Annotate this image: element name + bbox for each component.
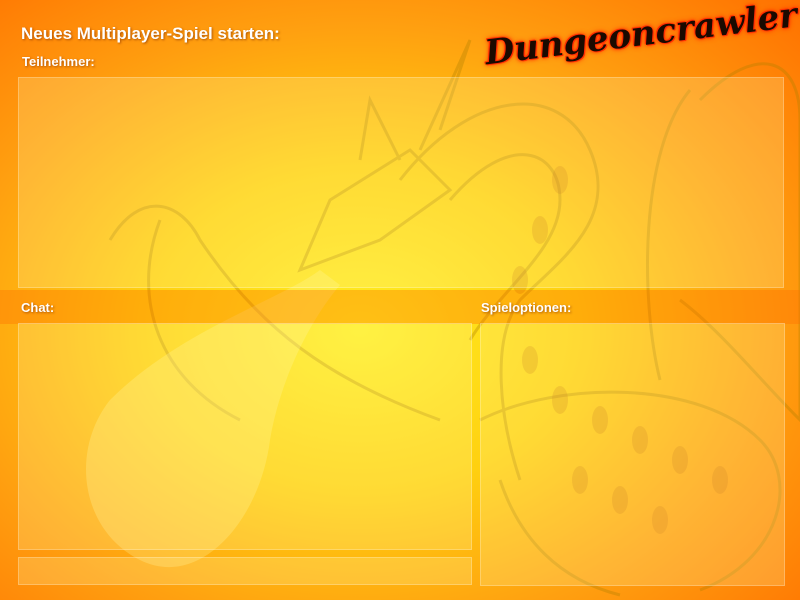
chat-label: Chat: bbox=[21, 300, 55, 315]
section-divider-band bbox=[0, 290, 800, 324]
participants-list[interactable] bbox=[18, 77, 784, 288]
chat-input[interactable] bbox=[18, 557, 472, 585]
game-logo: Dungeoncrawler bbox=[483, 0, 800, 73]
game-options-label: Spieloptionen: bbox=[481, 300, 572, 315]
participants-label: Teilnehmer: bbox=[22, 54, 95, 69]
page-title: Neues Multiplayer-Spiel starten: bbox=[21, 24, 280, 43]
chat-log[interactable] bbox=[18, 323, 472, 550]
game-options-panel[interactable] bbox=[480, 323, 785, 586]
